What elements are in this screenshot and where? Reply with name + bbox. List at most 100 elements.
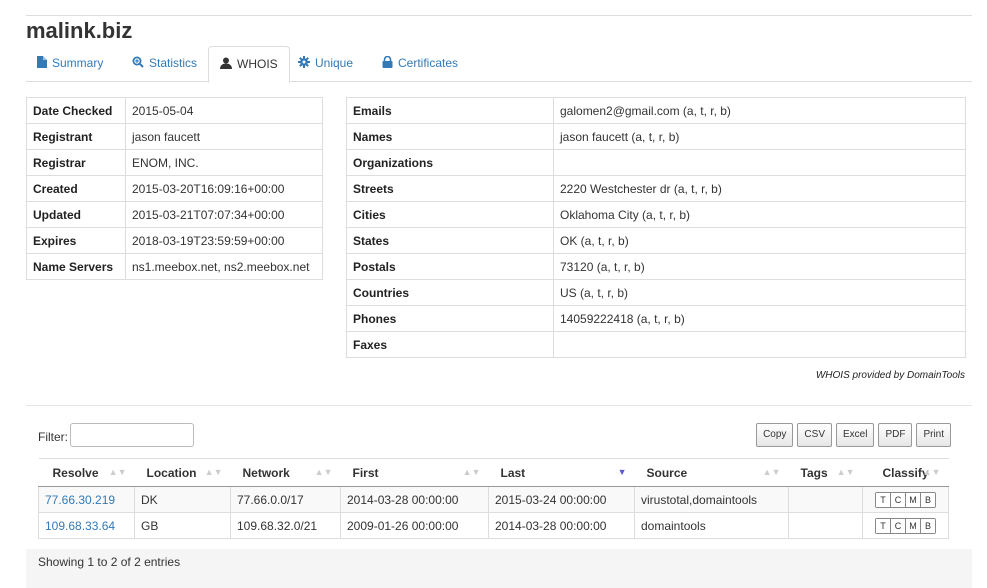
table-row: Postals 73120 (a, t, r, b)	[346, 253, 966, 280]
table-row: Streets 2220 Westchester dr (a, t, r, b)	[346, 175, 966, 202]
row-value	[553, 149, 966, 176]
tab-certificates[interactable]: Certificates	[382, 46, 458, 80]
classify-button-group: T C M B	[875, 491, 936, 508]
cell-network: 109.68.32.0/21	[230, 512, 341, 539]
column-header-tags[interactable]: Tags ▲▼	[788, 458, 863, 487]
row-value	[553, 331, 966, 358]
table-row: Faxes	[346, 331, 966, 358]
column-label: Classify	[882, 465, 929, 480]
row-value: jason faucett (a, t, r, b)	[553, 123, 966, 150]
column-label: Last	[500, 465, 526, 480]
column-header-location[interactable]: Location ▲▼	[134, 458, 231, 487]
file-icon	[37, 47, 47, 81]
row-value: 2018-03-19T23:59:59+00:00	[125, 227, 323, 254]
table-row: Registrant jason faucett	[26, 123, 323, 150]
cell-classify: T C M B	[862, 512, 949, 539]
cell-network: 77.66.0.0/17	[230, 486, 341, 513]
column-header-network[interactable]: Network ▲▼	[230, 458, 341, 487]
cell-resolve: 77.66.30.219	[38, 486, 135, 513]
tab-label: Statistics	[149, 56, 198, 70]
print-button[interactable]: Print	[916, 423, 951, 447]
column-header-source[interactable]: Source ▲▼	[634, 458, 789, 487]
cell-first: 2014-03-28 00:00:00	[340, 486, 489, 513]
column-header-first[interactable]: First ▲▼	[340, 458, 489, 487]
row-key: Countries	[346, 279, 554, 306]
whois-provider-note: WHOIS provided by DomainTools	[815, 370, 965, 381]
top-divider	[26, 15, 972, 16]
column-label: First	[352, 465, 379, 480]
csv-button[interactable]: CSV	[797, 423, 832, 447]
cell-classify: T C M B	[862, 486, 949, 513]
resolve-link[interactable]: 77.66.30.219	[45, 493, 115, 507]
resolutions-table: Resolve ▲▼ Location ▲▼ Network ▲▼ First ▲▼ L…	[38, 458, 949, 539]
table-row: States OK (a, t, r, b)	[346, 227, 966, 254]
row-key: States	[346, 227, 554, 254]
table-info: Showing 1 to 2 of 2 entries	[38, 555, 181, 569]
row-key: Created	[26, 175, 126, 202]
sort-desc-icon: ▼	[617, 467, 627, 477]
cell-last: 2015-03-24 00:00:00	[488, 486, 635, 513]
row-key: Expires	[26, 227, 126, 254]
pdf-button[interactable]: PDF	[878, 423, 913, 447]
cell-resolve: 109.68.33.64	[38, 512, 135, 539]
cell-last: 2014-03-28 00:00:00	[488, 512, 635, 539]
lock-icon	[382, 47, 393, 81]
classify-b-button[interactable]: B	[921, 492, 935, 507]
cell-location: DK	[134, 486, 231, 513]
classify-c-button[interactable]: C	[891, 492, 906, 507]
export-toolbar: Copy CSV Excel PDF Print	[752, 423, 951, 447]
classify-t-button[interactable]: T	[876, 492, 891, 507]
tab-statistics[interactable]: Statistics	[132, 46, 197, 80]
whois-contact-table: Emails galomen2@gmail.com (a, t, r, b) Na…	[346, 97, 966, 358]
table-row: Cities Oklahoma City (a, t, r, b)	[346, 201, 966, 228]
cell-first: 2009-01-26 00:00:00	[340, 512, 489, 539]
search-icon	[132, 47, 144, 81]
row-value: ns1.meebox.net, ns2.meebox.net	[125, 253, 323, 280]
row-value: 73120 (a, t, r, b)	[553, 253, 966, 280]
copy-button[interactable]: Copy	[756, 423, 794, 447]
row-value: US (a, t, r, b)	[553, 279, 966, 306]
table-row: 109.68.33.64 GB 109.68.32.0/21 2009-01-2…	[38, 512, 949, 539]
column-label: Network	[242, 465, 290, 480]
classify-c-button[interactable]: C	[891, 518, 906, 533]
row-key: Updated	[26, 201, 126, 228]
table-row: Updated 2015-03-21T07:07:34+00:00	[26, 201, 323, 228]
section-divider	[26, 405, 972, 406]
classify-t-button[interactable]: T	[876, 518, 891, 533]
row-key: Cities	[346, 201, 554, 228]
whois-registration-table: Date Checked 2015-05-04 Registrant jason f…	[26, 97, 323, 280]
filter-label: Filter:	[38, 430, 68, 444]
user-icon	[220, 48, 232, 82]
excel-button[interactable]: Excel	[835, 423, 875, 447]
table-header-row: Resolve ▲▼ Location ▲▼ Network ▲▼ First ▲▼ L…	[38, 458, 949, 487]
column-header-classify[interactable]: Classify ▲▼	[862, 458, 949, 487]
resolve-link[interactable]: 109.68.33.64	[45, 519, 115, 533]
table-row: Date Checked 2015-05-04	[26, 97, 323, 124]
sort-icon: ▲▼	[836, 467, 855, 477]
sort-icon: ▲▼	[314, 467, 333, 477]
tab-unique[interactable]: Unique	[298, 46, 353, 80]
row-value: ENOM, INC.	[125, 149, 323, 176]
tab-whois[interactable]: WHOIS	[208, 46, 290, 83]
classify-m-button[interactable]: M	[906, 518, 921, 533]
table-row: Name Servers ns1.meebox.net, ns2.meebox.n…	[26, 253, 323, 280]
tab-label: Certificates	[398, 56, 459, 70]
row-key: Faxes	[346, 331, 554, 358]
classify-m-button[interactable]: M	[906, 492, 921, 507]
row-value: jason faucett	[125, 123, 323, 150]
cog-icon	[298, 47, 310, 81]
column-label: Source	[646, 465, 688, 480]
filter-input[interactable]	[70, 423, 194, 447]
row-value: 2015-03-20T16:09:16+00:00	[125, 175, 323, 202]
cell-source: virustotal,domaintools	[634, 486, 789, 513]
tab-summary[interactable]: Summary	[37, 46, 103, 80]
row-value: 2015-05-04	[125, 97, 323, 124]
classify-b-button[interactable]: B	[921, 518, 935, 533]
sort-icon: ▲▼	[762, 467, 781, 477]
row-key: Postals	[346, 253, 554, 280]
tab-label: Summary	[52, 56, 104, 70]
sort-icon: ▲▼	[108, 467, 127, 477]
column-header-resolve[interactable]: Resolve ▲▼	[38, 458, 135, 487]
column-header-last[interactable]: Last ▼	[488, 458, 635, 487]
sort-icon: ▲▼	[922, 467, 941, 477]
